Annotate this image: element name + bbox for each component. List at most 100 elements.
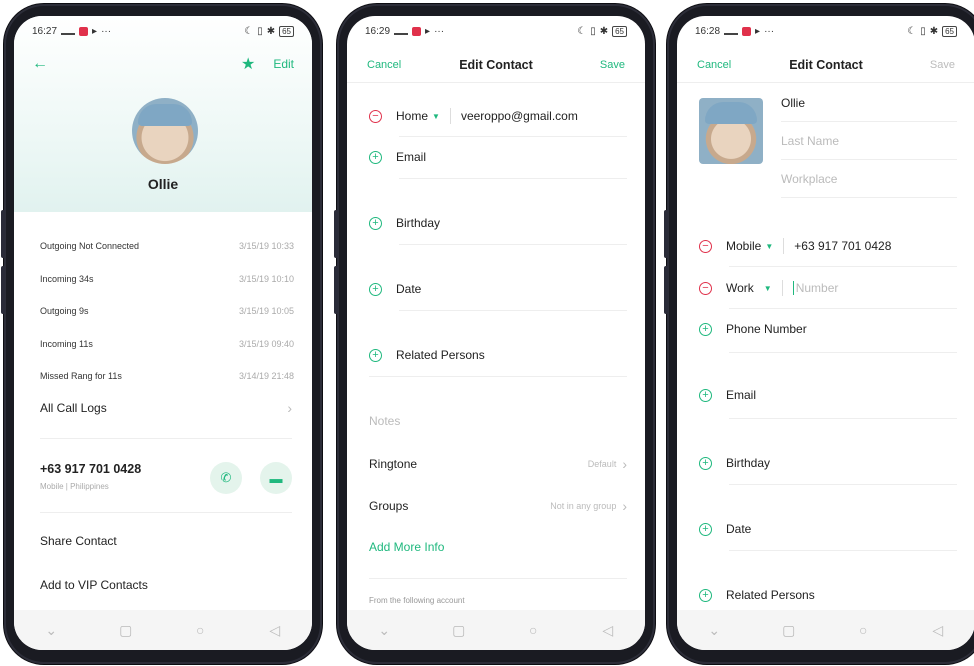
first-name-value: Ollie [781, 95, 806, 110]
call-log-row[interactable]: Incoming 11s 3/15/19 09:40 [14, 328, 312, 361]
call-log-row[interactable]: Outgoing 9s 3/15/19 10:05 [14, 295, 312, 328]
signal-icon [61, 27, 76, 35]
home-icon[interactable]: ○ [523, 622, 543, 638]
share-contact-row[interactable]: Share Contact [40, 534, 292, 548]
add-email-label: Email [726, 388, 757, 402]
moon-icon: ☾ [244, 25, 254, 37]
remove-icon[interactable]: − [699, 239, 712, 253]
add-birthday-row[interactable]: + Birthday [369, 216, 627, 230]
app-notification-icon [742, 26, 752, 36]
notes-field[interactable]: Notes [369, 414, 627, 428]
divider [729, 550, 957, 551]
phone-number-block[interactable]: +63 917 701 0428 Mobile | Philippines [40, 462, 141, 491]
phone-field-row: − Work ▼ Number [699, 280, 957, 296]
add-date-row[interactable]: + Date [699, 522, 957, 536]
back-icon[interactable]: ◁ [928, 622, 948, 639]
contact-photo[interactable] [699, 98, 763, 164]
email-type-select[interactable]: Home [396, 109, 428, 123]
divider [399, 310, 627, 311]
star-icon[interactable]: ★ [241, 54, 255, 74]
divider [347, 82, 645, 83]
home-icon[interactable]: ○ [853, 622, 873, 638]
save-button[interactable]: Save [600, 59, 625, 71]
chevron-down-icon[interactable]: ⌄ [374, 622, 394, 639]
recents-icon[interactable]: ▢ [779, 622, 799, 639]
add-related-persons-label: Related Persons [726, 588, 815, 602]
add-date-row[interactable]: + Date [369, 282, 627, 296]
workplace-field[interactable]: Workplace [781, 160, 957, 198]
email-input[interactable]: veeroppo@gmail.com [461, 109, 578, 123]
navigation-bar: ⌄ ▢ ○ ◁ [347, 610, 645, 650]
last-name-field[interactable]: Last Name [781, 122, 957, 160]
groups-row[interactable]: Groups Not in any group › [369, 498, 627, 514]
cancel-button[interactable]: Cancel [367, 59, 401, 71]
phone-type-select[interactable]: Work [726, 281, 754, 295]
divider [729, 266, 957, 267]
add-related-persons-row[interactable]: + Related Persons [699, 588, 957, 602]
add-vip-row[interactable]: Add to VIP Contacts [40, 578, 292, 592]
divider [729, 308, 957, 309]
caret-down-icon[interactable]: ▼ [432, 112, 440, 121]
phone-type-select[interactable]: Mobile [726, 239, 761, 253]
workplace-placeholder: Workplace [781, 171, 838, 186]
share-contact-label: Share Contact [40, 534, 117, 548]
caret-down-icon[interactable]: ▼ [764, 284, 772, 293]
chevron-down-icon[interactable]: ⌄ [704, 622, 724, 639]
add-email-row[interactable]: + Email [699, 388, 957, 402]
divider [399, 244, 627, 245]
recents-icon[interactable]: ▢ [116, 622, 136, 639]
caret-down-icon[interactable]: ▼ [765, 242, 773, 251]
call-log-row[interactable]: Outgoing Not Connected 3/15/19 10:33 [14, 230, 312, 263]
add-email-row[interactable]: + Email [369, 150, 627, 164]
account-label: From the following account [369, 596, 465, 605]
ringtone-row[interactable]: Ringtone Default › [369, 456, 627, 472]
remove-icon[interactable]: − [369, 109, 382, 123]
add-icon: + [699, 588, 712, 602]
add-more-info-link[interactable]: Add More Info [369, 540, 444, 554]
divider [369, 578, 627, 579]
battery-icon: 65 [942, 25, 957, 37]
add-phone-row[interactable]: + Phone Number [699, 322, 957, 336]
contact-avatar [132, 98, 198, 164]
divider [781, 280, 783, 296]
account-section: From the following account [369, 596, 627, 605]
moon-icon: ☾ [907, 25, 917, 37]
back-arrow-icon[interactable]: ← [32, 55, 48, 73]
add-related-persons-row[interactable]: + Related Persons [369, 348, 627, 362]
remove-icon[interactable]: − [699, 281, 712, 295]
save-button[interactable]: Save [930, 59, 955, 71]
phone-field-row: − Mobile ▼ +63 917 701 0428 [699, 238, 957, 254]
divider [783, 238, 785, 254]
cancel-button[interactable]: Cancel [697, 59, 731, 71]
chevron-down-icon[interactable]: ⌄ [41, 622, 61, 639]
phone-edit-contact-bottom: 16:29 ▸ ··· ☾ ▯ ✱ 65 Edit Contact Cancel… [334, 4, 655, 664]
call-log-type: Incoming 11s [40, 338, 93, 349]
signal-icon [394, 27, 409, 35]
divider [399, 136, 627, 137]
email-field-row: − Home ▼ veeroppo@gmail.com [369, 108, 627, 124]
more-notifications-icon: ··· [434, 25, 445, 37]
call-button[interactable]: ✆ [210, 462, 242, 494]
phone-input[interactable]: Number [796, 281, 839, 295]
recents-icon[interactable]: ▢ [449, 622, 469, 639]
bluetooth-icon: ✱ [929, 25, 939, 37]
chevron-right-icon: › [622, 456, 627, 472]
add-birthday-row[interactable]: + Birthday [699, 456, 957, 470]
call-log-time: 3/14/19 21:48 [238, 371, 294, 382]
first-name-field[interactable]: Ollie [781, 84, 957, 122]
message-button[interactable]: ▬ [260, 462, 292, 494]
back-icon[interactable]: ◁ [598, 622, 618, 639]
add-more-info-row[interactable]: Add More Info [369, 540, 627, 554]
home-icon[interactable]: ○ [190, 622, 210, 638]
phone-icon: ✆ [220, 470, 232, 485]
phone-input[interactable]: +63 917 701 0428 [794, 239, 891, 253]
all-call-logs-row[interactable]: All Call Logs › [40, 400, 292, 416]
back-icon[interactable]: ◁ [265, 622, 285, 639]
add-icon: + [369, 282, 382, 296]
call-log-time: 3/15/19 10:10 [238, 273, 294, 284]
call-log-row[interactable]: Missed Rang for 11s 3/14/19 21:48 [14, 360, 312, 393]
call-log-time: 3/15/19 10:05 [238, 306, 294, 317]
phone-contact-detail: 16:27 ▸ ··· ☾ ▯ ✱ 65 ← ★ Edit Ollie Outg… [1, 4, 322, 664]
edit-button[interactable]: Edit [273, 57, 294, 71]
call-log-row[interactable]: Incoming 34s 3/15/19 10:10 [14, 263, 312, 296]
